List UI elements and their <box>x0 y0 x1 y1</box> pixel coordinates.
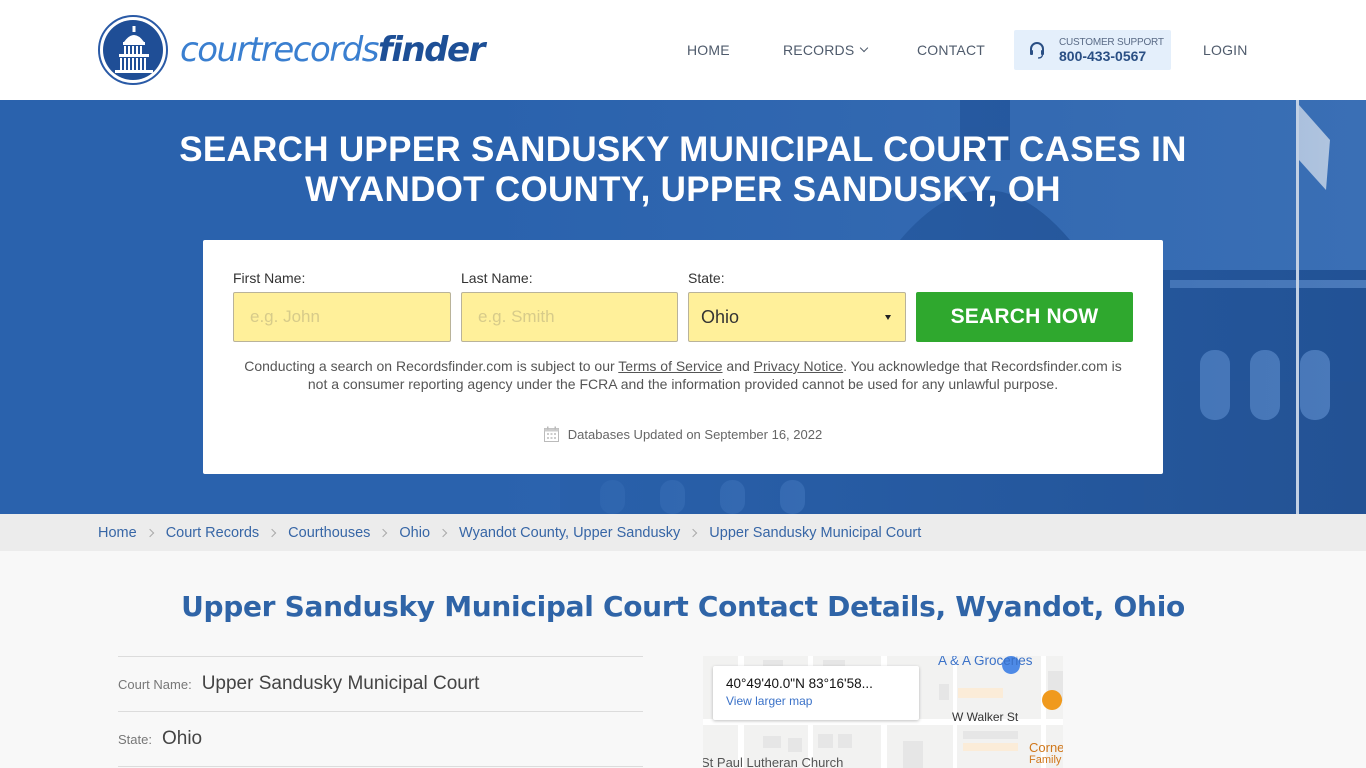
view-larger-map-link[interactable]: View larger map <box>726 694 919 708</box>
nav-home[interactable]: HOME <box>687 30 730 70</box>
chevron-right-icon <box>145 528 154 537</box>
detail-value: Upper Sandusky Municipal Court <box>201 673 480 694</box>
site-header: courtrecordsfinder HOME RECORDS CONTACT … <box>0 0 1366 100</box>
customer-support-button[interactable]: CUSTOMER SUPPORT 800-433-0567 <box>1014 30 1171 70</box>
database-updated-text: Databases Updated on September 16, 2022 <box>567 426 823 442</box>
state-select[interactable]: Ohio <box>688 292 906 342</box>
breadcrumb-wyandot-county[interactable]: Wyandot County, Upper Sandusky <box>459 525 680 541</box>
privacy-notice-link[interactable]: Privacy Notice <box>754 358 843 374</box>
last-name-input[interactable] <box>461 292 678 342</box>
first-name-label: First Name: <box>233 270 306 286</box>
breadcrumb: Home Court Records Courthouses Ohio Wyan… <box>0 514 1366 551</box>
court-details-list: Court Name: Upper Sandusky Municipal Cou… <box>118 656 643 767</box>
breadcrumb-current-court[interactable]: Upper Sandusky Municipal Court <box>709 525 921 541</box>
support-label: CUSTOMER SUPPORT <box>1059 36 1164 48</box>
map-poi-groceries[interactable]: A & A Groceries <box>938 656 1033 668</box>
embedded-map[interactable]: A & A Groceries W Walker St St Paul Luth… <box>703 656 1063 768</box>
map-info-card: 40°49'40.0"N 83°16'58... View larger map <box>713 666 919 720</box>
main-nav: HOME RECORDS CONTACT CUSTOMER SUPPORT 80… <box>0 30 1366 70</box>
hero-search-section: SEARCH UPPER SANDUSKY MUNICIPAL COURT CA… <box>0 100 1366 514</box>
nav-contact-label: CONTACT <box>917 42 986 58</box>
nav-home-label: HOME <box>687 42 730 58</box>
breadcrumb-courthouses[interactable]: Courthouses <box>288 525 370 541</box>
chevron-right-icon <box>689 528 698 537</box>
map-poi-family[interactable]: Family <box>1029 754 1061 766</box>
caret-down-icon <box>885 315 891 320</box>
hero-title-line-1: SEARCH UPPER SANDUSKY MUNICIPAL COURT CA… <box>179 130 1187 169</box>
chevron-right-icon <box>379 528 388 537</box>
nav-login[interactable]: LOGIN <box>1203 30 1248 70</box>
disclaimer-text: Conducting a search on Recordsfinder.com… <box>244 358 619 374</box>
nav-records-label: RECORDS <box>783 42 855 58</box>
database-updated-note: Databases Updated on September 16, 2022 <box>203 426 1163 442</box>
nav-contact[interactable]: CONTACT <box>917 30 985 70</box>
disclaimer-text: and <box>722 358 754 374</box>
support-phone[interactable]: 800-433-0567 <box>1059 48 1164 64</box>
nav-records-dropdown[interactable]: RECORDS <box>783 30 869 70</box>
hero-title-line-2: WYANDOT COUNTY, UPPER SANDUSKY, OH <box>305 170 1061 209</box>
detail-value: Ohio <box>161 728 203 749</box>
first-name-input[interactable] <box>233 292 451 342</box>
chevron-down-icon <box>860 43 869 53</box>
detail-label: Court Name: <box>118 676 192 692</box>
search-form-card: First Name: Last Name: State: Ohio SEARC… <box>203 240 1163 474</box>
breadcrumb-ohio[interactable]: Ohio <box>399 525 430 541</box>
search-disclaimer: Conducting a search on Recordsfinder.com… <box>243 357 1123 393</box>
last-name-label: Last Name: <box>461 270 533 286</box>
page-title: Upper Sandusky Municipal Court Contact D… <box>181 590 1185 623</box>
map-street-label: W Walker St <box>952 710 1019 724</box>
nav-login-label: LOGIN <box>1203 42 1248 58</box>
breadcrumb-home[interactable]: Home <box>98 525 137 541</box>
headset-icon <box>1030 42 1044 59</box>
hero-title: SEARCH UPPER SANDUSKY MUNICIPAL COURT CA… <box>0 130 1366 210</box>
chevron-right-icon <box>267 528 277 537</box>
search-now-button[interactable]: SEARCH NOW <box>916 292 1133 342</box>
state-label: State: <box>688 270 725 286</box>
detail-row-state: State: Ohio <box>118 711 643 766</box>
calendar-icon <box>543 426 559 442</box>
terms-of-service-link[interactable]: Terms of Service <box>618 358 722 374</box>
map-poi-corner[interactable]: Corne <box>1029 740 1063 755</box>
detail-label: State: <box>118 731 152 747</box>
state-select-value: Ohio <box>701 306 740 327</box>
divider <box>118 766 643 767</box>
map-poi-church[interactable]: St Paul Lutheran Church <box>703 755 843 768</box>
breadcrumb-court-records[interactable]: Court Records <box>166 525 259 541</box>
map-coordinates: 40°49'40.0"N 83°16'58... <box>726 676 873 691</box>
chevron-right-icon <box>438 528 448 537</box>
detail-row-court-name: Court Name: Upper Sandusky Municipal Cou… <box>118 656 643 711</box>
